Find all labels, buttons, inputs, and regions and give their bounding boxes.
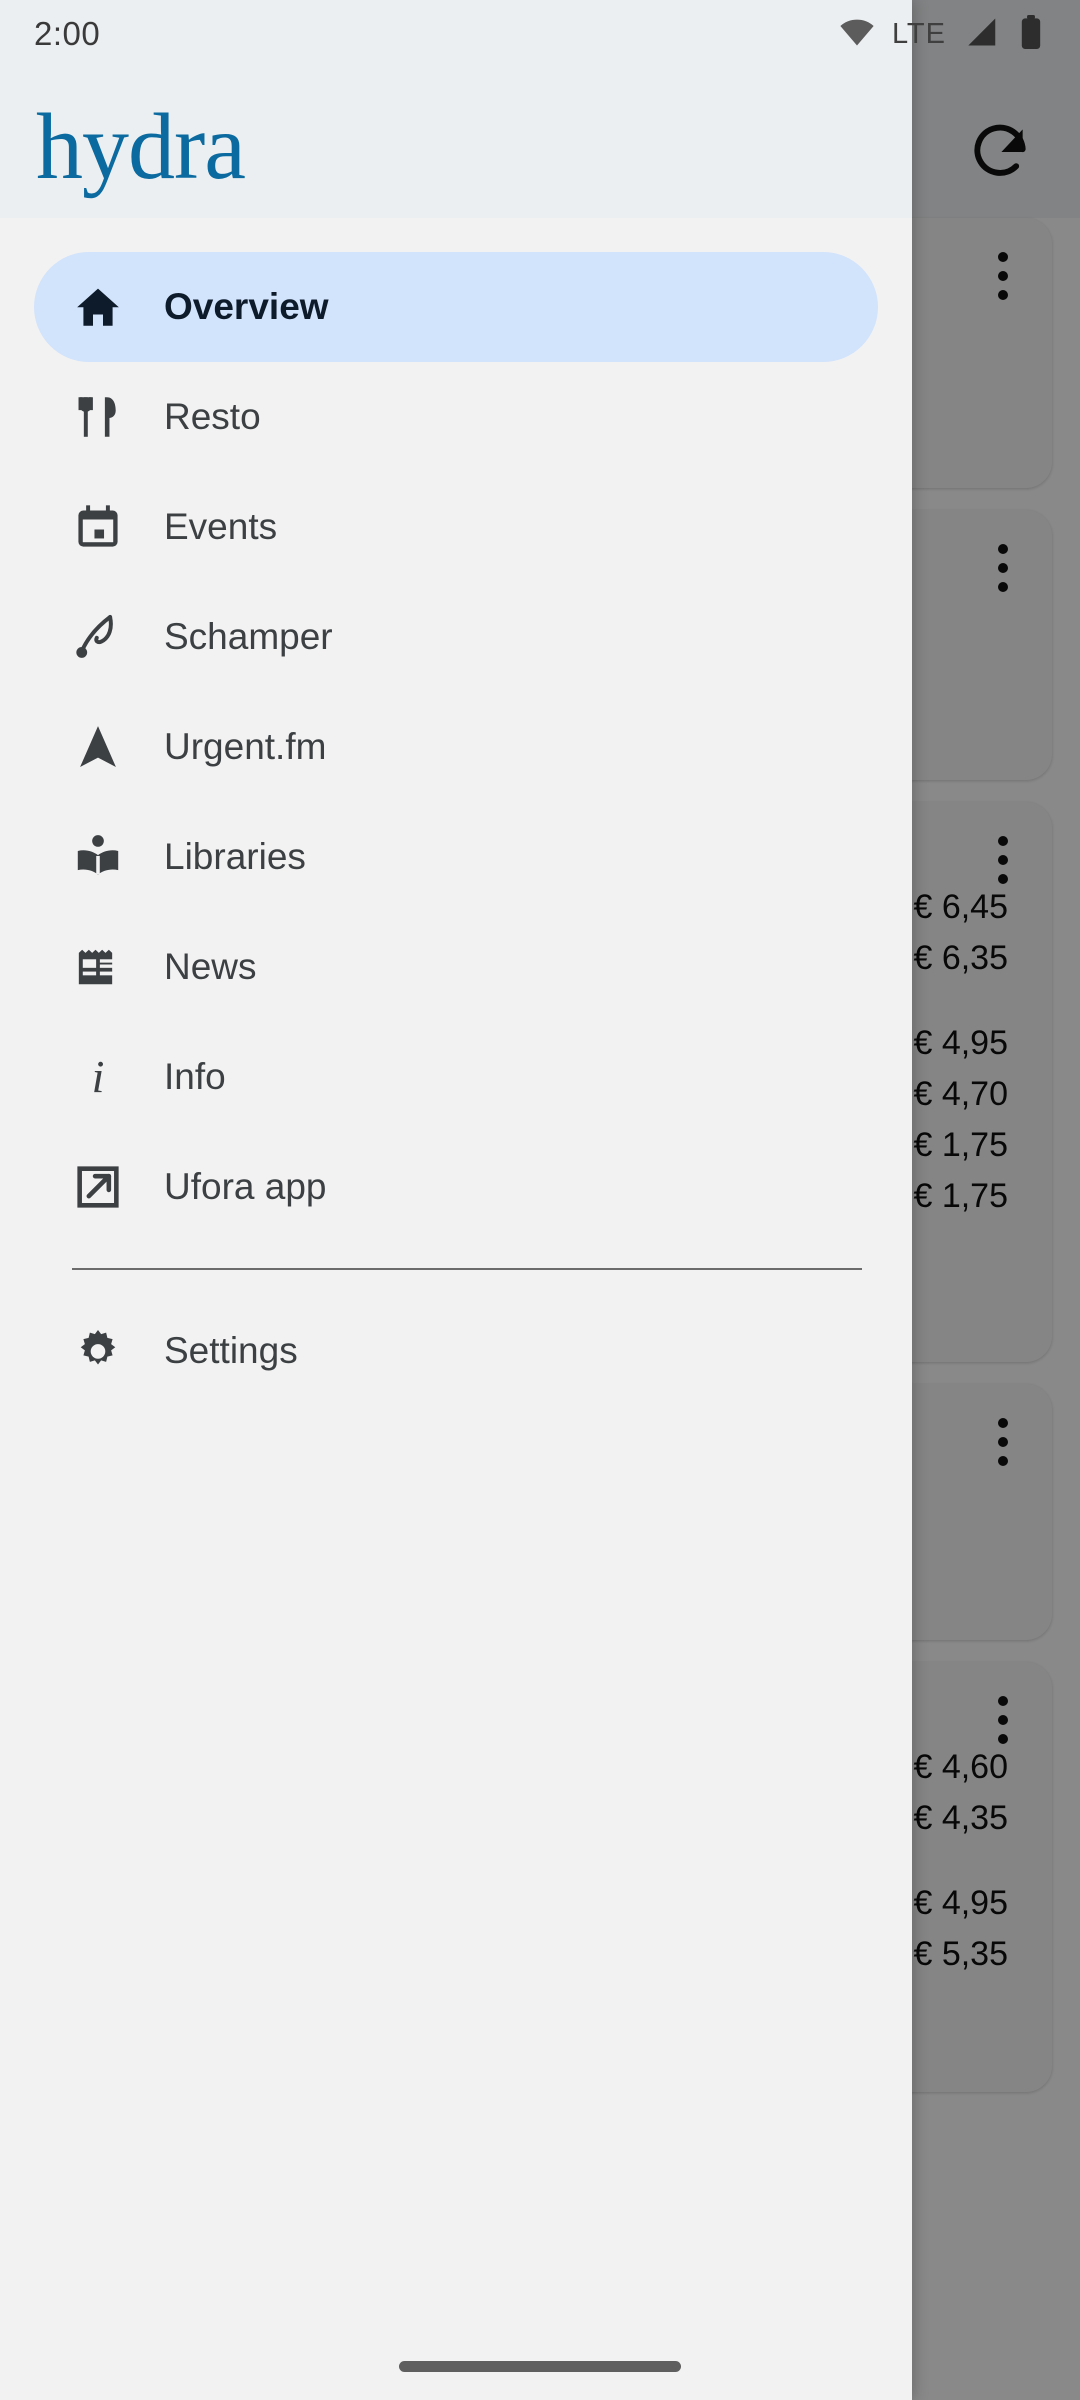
- sidebar-item-settings[interactable]: Settings: [34, 1296, 878, 1406]
- sidebar-item-label: Overview: [164, 286, 329, 327]
- drawer-menu-list: Overview Resto Events Schamper Urgent.fm…: [0, 218, 912, 2400]
- sidebar-item-news[interactable]: News: [34, 912, 878, 1022]
- sidebar-item-label: Events: [164, 506, 278, 547]
- sidebar-item-label: Libraries: [164, 836, 306, 877]
- sidebar-item-label: Resto: [164, 396, 261, 437]
- drawer-divider: [72, 1268, 862, 1270]
- sidebar-item-libraries[interactable]: Libraries: [34, 802, 878, 912]
- navigation-icon: [72, 721, 124, 773]
- sidebar-item-ufora-app[interactable]: Ufora app: [34, 1132, 878, 1242]
- newspaper-icon: [72, 941, 124, 993]
- status-bar-icons: LTE: [838, 13, 1046, 56]
- battery-icon: [1016, 13, 1046, 56]
- network-type-label: LTE: [891, 17, 946, 50]
- sidebar-item-events[interactable]: Events: [34, 472, 878, 582]
- sidebar-item-label: Ufora app: [164, 1166, 327, 1207]
- sidebar-item-overview[interactable]: Overview: [34, 252, 878, 362]
- calendar-icon: [72, 501, 124, 553]
- signal-icon: [962, 13, 1000, 56]
- open-in-new-icon: [72, 1161, 124, 1213]
- restaurant-icon: [72, 391, 124, 443]
- sidebar-item-label: Info: [164, 1056, 226, 1097]
- sidebar-item-resto[interactable]: Resto: [34, 362, 878, 472]
- local-library-icon: [72, 831, 124, 883]
- gear-icon: [72, 1325, 124, 1377]
- sidebar-item-urgentfm[interactable]: Urgent.fm: [34, 692, 878, 802]
- sidebar-item-label: Urgent.fm: [164, 726, 327, 767]
- sidebar-item-label: Settings: [164, 1330, 298, 1371]
- wifi-icon: [838, 13, 876, 56]
- navigation-drawer: hydra Overview Resto Events Schamper Urg…: [0, 0, 912, 2400]
- sidebar-item-label: News: [164, 946, 257, 987]
- status-bar: 2:00 LTE: [0, 0, 1080, 68]
- sidebar-item-info[interactable]: i Info: [34, 1022, 878, 1132]
- sidebar-item-schamper[interactable]: Schamper: [34, 582, 878, 692]
- sidebar-item-label: Schamper: [164, 616, 333, 657]
- status-bar-clock: 2:00: [34, 15, 101, 52]
- home-icon: [72, 281, 124, 333]
- quill-note-icon: [72, 611, 124, 663]
- home-gesture-bar[interactable]: [399, 2361, 681, 2372]
- app-logo-hydra: hydra: [36, 94, 246, 199]
- info-italic-icon: i: [91, 1051, 105, 1102]
